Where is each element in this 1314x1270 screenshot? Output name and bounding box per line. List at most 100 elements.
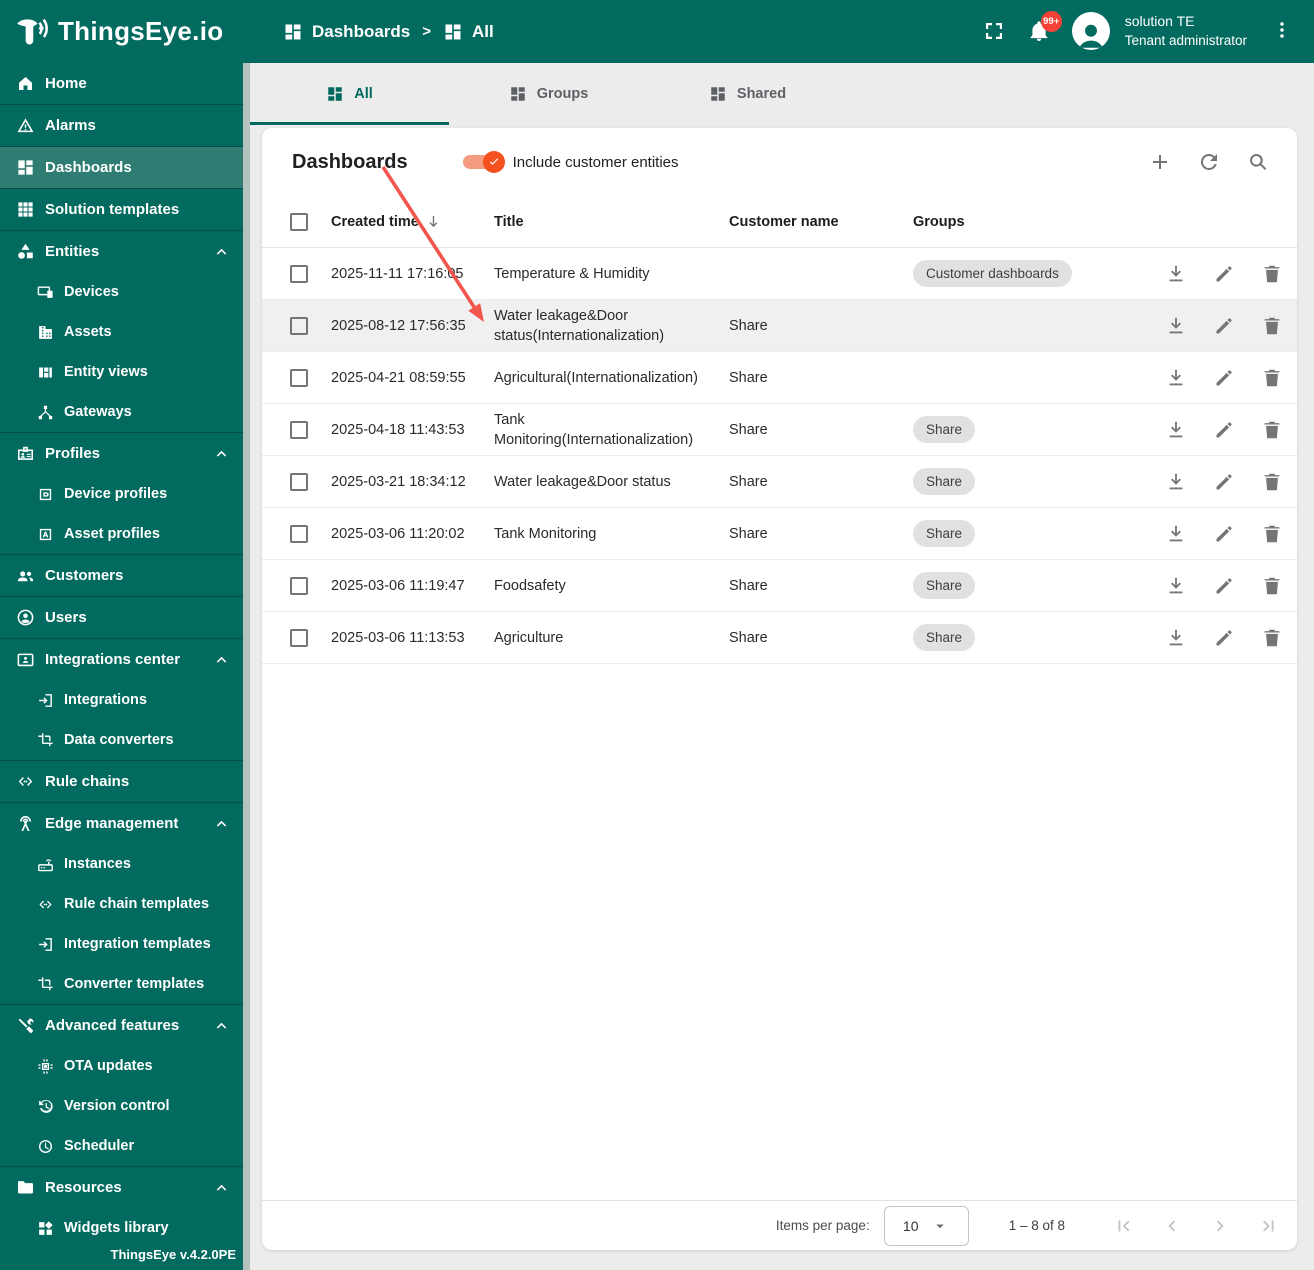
- row-checkbox[interactable]: [290, 368, 308, 387]
- sidebar-item-rule-chain-templates[interactable]: Rule chain templates: [0, 884, 250, 924]
- column-header-created-time[interactable]: Created time: [331, 213, 494, 230]
- table-row[interactable]: 2025-03-06 11:13:53 Agriculture Share Share: [262, 612, 1297, 664]
- group-chip[interactable]: Share: [913, 416, 976, 443]
- select-all-checkbox[interactable]: [290, 212, 308, 231]
- sidebar-item-rule-chains[interactable]: Rule chains: [0, 761, 250, 802]
- chevron-up-icon[interactable]: [212, 444, 231, 463]
- tab-all[interactable]: All: [250, 63, 449, 125]
- sidebar-item-customers[interactable]: Customers: [0, 555, 250, 596]
- sidebar-item-gateways[interactable]: Gateways: [0, 392, 250, 432]
- app-logo[interactable]: ThingsEye.io: [0, 11, 250, 53]
- group-chip[interactable]: Customer dashboards: [913, 260, 1072, 287]
- sidebar-item-asset-profiles[interactable]: Asset profiles: [0, 514, 250, 554]
- sidebar-item-instances[interactable]: Instances: [0, 844, 250, 884]
- sidebar-item-converter-templates[interactable]: Converter templates: [0, 964, 250, 1004]
- row-checkbox[interactable]: [290, 472, 308, 491]
- table-row[interactable]: 2025-08-12 17:56:35 Water leakage&Door st…: [262, 300, 1297, 352]
- first-page-button[interactable]: [1113, 1215, 1135, 1237]
- edit-button[interactable]: [1213, 471, 1235, 493]
- sort-desc-icon[interactable]: [425, 213, 442, 230]
- delete-button[interactable]: [1261, 367, 1283, 389]
- items-per-page-select[interactable]: 10: [883, 1205, 969, 1246]
- row-checkbox[interactable]: [290, 576, 308, 595]
- sidebar-item-integrations-center[interactable]: Integrations center: [0, 639, 250, 680]
- sidebar-item-devices[interactable]: Devices: [0, 272, 250, 312]
- delete-button[interactable]: [1261, 523, 1283, 545]
- sidebar-item-dashboards[interactable]: Dashboards: [0, 147, 250, 188]
- chevron-up-icon[interactable]: [212, 1178, 231, 1197]
- sidebar-item-users[interactable]: Users: [0, 597, 250, 638]
- sidebar-scrollbar[interactable]: [243, 63, 250, 1270]
- fullscreen-button[interactable]: [982, 19, 1006, 43]
- table-row[interactable]: 2025-04-18 11:43:53 Tank Monitoring(Inter…: [262, 404, 1297, 456]
- group-chip[interactable]: Share: [913, 624, 976, 651]
- chevron-up-icon[interactable]: [212, 1016, 231, 1035]
- user-menu[interactable]: solution TE Tenant administrator: [1125, 12, 1247, 50]
- group-chip[interactable]: Share: [913, 468, 976, 495]
- edit-button[interactable]: [1213, 315, 1235, 337]
- edit-button[interactable]: [1213, 575, 1235, 597]
- row-checkbox[interactable]: [290, 316, 308, 335]
- search-button[interactable]: [1246, 150, 1270, 174]
- delete-button[interactable]: [1261, 419, 1283, 441]
- download-button[interactable]: [1165, 575, 1187, 597]
- tab-shared[interactable]: Shared: [648, 63, 847, 125]
- download-button[interactable]: [1165, 471, 1187, 493]
- sidebar-item-scheduler[interactable]: Scheduler: [0, 1126, 250, 1166]
- column-header-groups[interactable]: Groups: [913, 214, 1165, 230]
- group-chip[interactable]: Share: [913, 572, 976, 599]
- add-button[interactable]: [1148, 150, 1172, 174]
- row-checkbox[interactable]: [290, 628, 308, 647]
- row-checkbox[interactable]: [290, 264, 308, 283]
- table-row[interactable]: 2025-11-11 17:16:05 Temperature & Humidit…: [262, 248, 1297, 300]
- download-button[interactable]: [1165, 315, 1187, 337]
- table-row[interactable]: 2025-04-21 08:59:55 Agricultural(Internat…: [262, 352, 1297, 404]
- sidebar-item-entities[interactable]: Entities: [0, 231, 250, 272]
- sidebar-item-ota-updates[interactable]: OTA updates: [0, 1046, 250, 1086]
- sidebar-item-integration-templates[interactable]: Integration templates: [0, 924, 250, 964]
- include-customer-entities-toggle[interactable]: Include customer entities: [462, 151, 679, 173]
- sidebar-item-integrations[interactable]: Integrations: [0, 680, 250, 720]
- download-button[interactable]: [1165, 419, 1187, 441]
- sidebar-item-assets[interactable]: Assets: [0, 312, 250, 352]
- download-button[interactable]: [1165, 627, 1187, 649]
- sidebar-item-device-profiles[interactable]: Device profiles: [0, 474, 250, 514]
- edit-button[interactable]: [1213, 419, 1235, 441]
- edit-button[interactable]: [1213, 523, 1235, 545]
- edit-button[interactable]: [1213, 367, 1235, 389]
- sidebar-item-resources[interactable]: Resources: [0, 1167, 250, 1208]
- table-row[interactable]: 2025-03-06 11:19:47 Foodsafety Share Share: [262, 560, 1297, 612]
- sidebar-item-solution-templates[interactable]: Solution templates: [0, 189, 250, 230]
- chevron-up-icon[interactable]: [212, 242, 231, 261]
- download-button[interactable]: [1165, 367, 1187, 389]
- delete-button[interactable]: [1261, 315, 1283, 337]
- tab-groups[interactable]: Groups: [449, 63, 648, 125]
- row-checkbox[interactable]: [290, 420, 308, 439]
- delete-button[interactable]: [1261, 627, 1283, 649]
- sidebar-item-widgets-library[interactable]: Widgets library: [0, 1208, 250, 1248]
- last-page-button[interactable]: [1257, 1215, 1279, 1237]
- sidebar-item-advanced-features[interactable]: Advanced features: [0, 1005, 250, 1046]
- edit-button[interactable]: [1213, 263, 1235, 285]
- prev-page-button[interactable]: [1161, 1215, 1183, 1237]
- sidebar-item-profiles[interactable]: Profiles: [0, 433, 250, 474]
- download-button[interactable]: [1165, 523, 1187, 545]
- sidebar-item-edge-management[interactable]: Edge management: [0, 803, 250, 844]
- refresh-button[interactable]: [1197, 150, 1221, 174]
- breadcrumb-all[interactable]: All: [443, 22, 494, 42]
- column-header-customer-name[interactable]: Customer name: [729, 214, 913, 230]
- download-button[interactable]: [1165, 263, 1187, 285]
- table-row[interactable]: 2025-03-21 18:34:12 Water leakage&Door st…: [262, 456, 1297, 508]
- chevron-up-icon[interactable]: [212, 814, 231, 833]
- sidebar-item-entity-views[interactable]: Entity views: [0, 352, 250, 392]
- edit-button[interactable]: [1213, 627, 1235, 649]
- next-page-button[interactable]: [1209, 1215, 1231, 1237]
- chevron-up-icon[interactable]: [212, 650, 231, 669]
- table-row[interactable]: 2025-03-06 11:20:02 Tank Monitoring Share S…: [262, 508, 1297, 560]
- delete-button[interactable]: [1261, 471, 1283, 493]
- more-menu-button[interactable]: [1270, 19, 1294, 43]
- group-chip[interactable]: Share: [913, 520, 976, 547]
- notifications-button[interactable]: 99+: [1027, 11, 1062, 43]
- delete-button[interactable]: [1261, 575, 1283, 597]
- sidebar-item-alarms[interactable]: Alarms: [0, 105, 250, 146]
